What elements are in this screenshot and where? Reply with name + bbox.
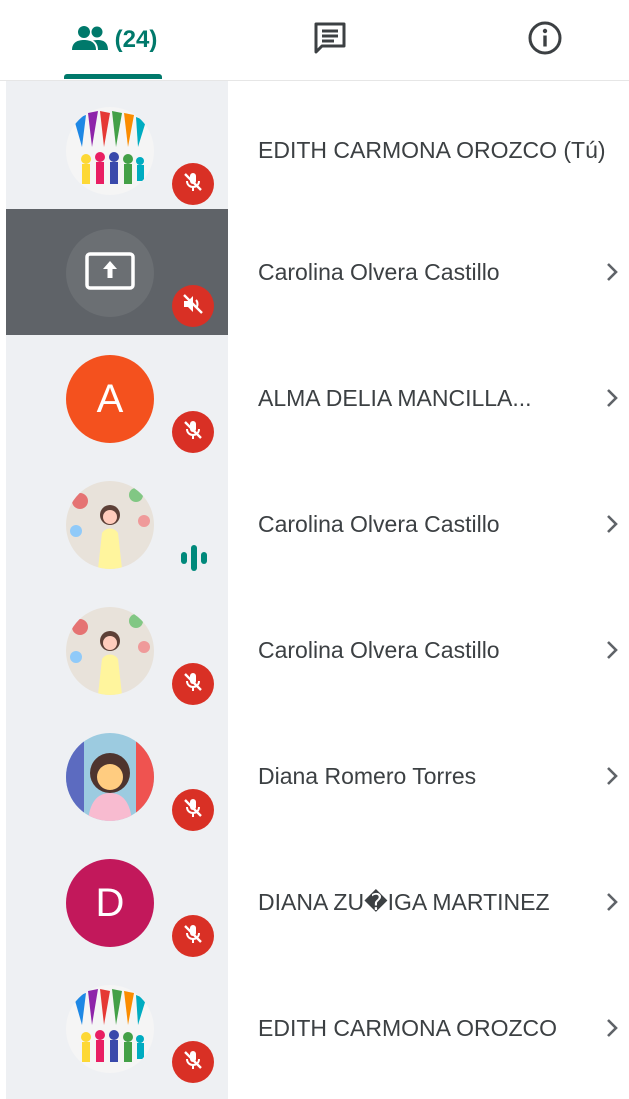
present-screen-icon (84, 251, 136, 296)
participant-count: (24) (114, 26, 158, 53)
participant-row[interactable]: EDITH CARMONA OROZCO (0, 965, 629, 1091)
mic-off-badge (172, 411, 214, 453)
participant-name: Carolina Olvera Castillo (258, 510, 500, 537)
people-icon (71, 24, 109, 57)
chat-icon (312, 20, 348, 61)
avatar-initial: D (95, 880, 125, 925)
participant-name: ALMA DELIA MANCILLA... (258, 384, 532, 411)
participant-row[interactable]: D DIANA ZU�IGA MARTINEZ (0, 839, 629, 965)
participant-list: EDITH CARMONA OROZCO (Tú) Carolina Olver… (0, 81, 629, 1099)
participant-name: EDITH CARMONA OROZCO (258, 1014, 558, 1041)
volume-off-icon (181, 292, 205, 321)
avatar (66, 481, 154, 569)
participant-name: DIANA ZU�IGA MARTINEZ (258, 888, 550, 915)
tab-info[interactable] (515, 0, 575, 80)
mic-off-icon (181, 922, 205, 951)
chevron-right-icon[interactable] (600, 713, 624, 839)
participant-row[interactable]: Carolina Olvera Castillo (0, 461, 629, 587)
mic-off-icon (181, 170, 205, 199)
mic-off-icon (181, 418, 205, 447)
avatar-initial: A (96, 376, 124, 421)
avatar: A (66, 355, 154, 443)
participant-row[interactable]: Carolina Olvera Castillo (0, 587, 629, 713)
mic-off-icon (181, 796, 205, 825)
avatar (66, 607, 154, 695)
mic-off-badge (172, 789, 214, 831)
mic-off-badge (172, 163, 214, 205)
tab-chat[interactable] (300, 0, 360, 80)
mic-off-badge (172, 663, 214, 705)
participant-row[interactable]: A ALMA DELIA MANCILLA... (0, 335, 629, 461)
avatar (66, 985, 154, 1073)
mic-off-badge (172, 915, 214, 957)
avatar (66, 229, 154, 317)
chevron-right-icon[interactable] (600, 839, 624, 965)
participant-name: Carolina Olvera Castillo (258, 636, 500, 663)
avatar: D (66, 859, 154, 947)
avatar (66, 733, 154, 821)
chevron-right-icon[interactable] (600, 461, 624, 587)
tab-bar: (24) (0, 0, 629, 81)
info-icon (527, 20, 563, 61)
chevron-right-icon[interactable] (600, 587, 624, 713)
volume-off-badge (172, 285, 214, 327)
mic-off-icon (181, 1048, 205, 1077)
participant-row[interactable]: EDITH CARMONA OROZCO (Tú) (0, 87, 629, 213)
avatar (66, 107, 154, 195)
chevron-right-icon[interactable] (600, 335, 624, 461)
tab-people[interactable]: (24) (55, 0, 173, 80)
participant-row[interactable]: Carolina Olvera Castillo (0, 209, 629, 335)
participant-name: EDITH CARMONA OROZCO (Tú) (258, 136, 606, 163)
chevron-right-icon[interactable] (600, 965, 624, 1091)
active-tab-indicator (64, 74, 162, 79)
participant-name: Diana Romero Torres (258, 762, 477, 789)
chevron-right-icon[interactable] (600, 209, 624, 335)
mic-off-icon (181, 670, 205, 699)
participant-row[interactable]: Diana Romero Torres (0, 713, 629, 839)
mic-off-badge (172, 1041, 214, 1083)
speaking-indicator-icon (176, 543, 212, 573)
participant-name: Carolina Olvera Castillo (258, 258, 500, 285)
